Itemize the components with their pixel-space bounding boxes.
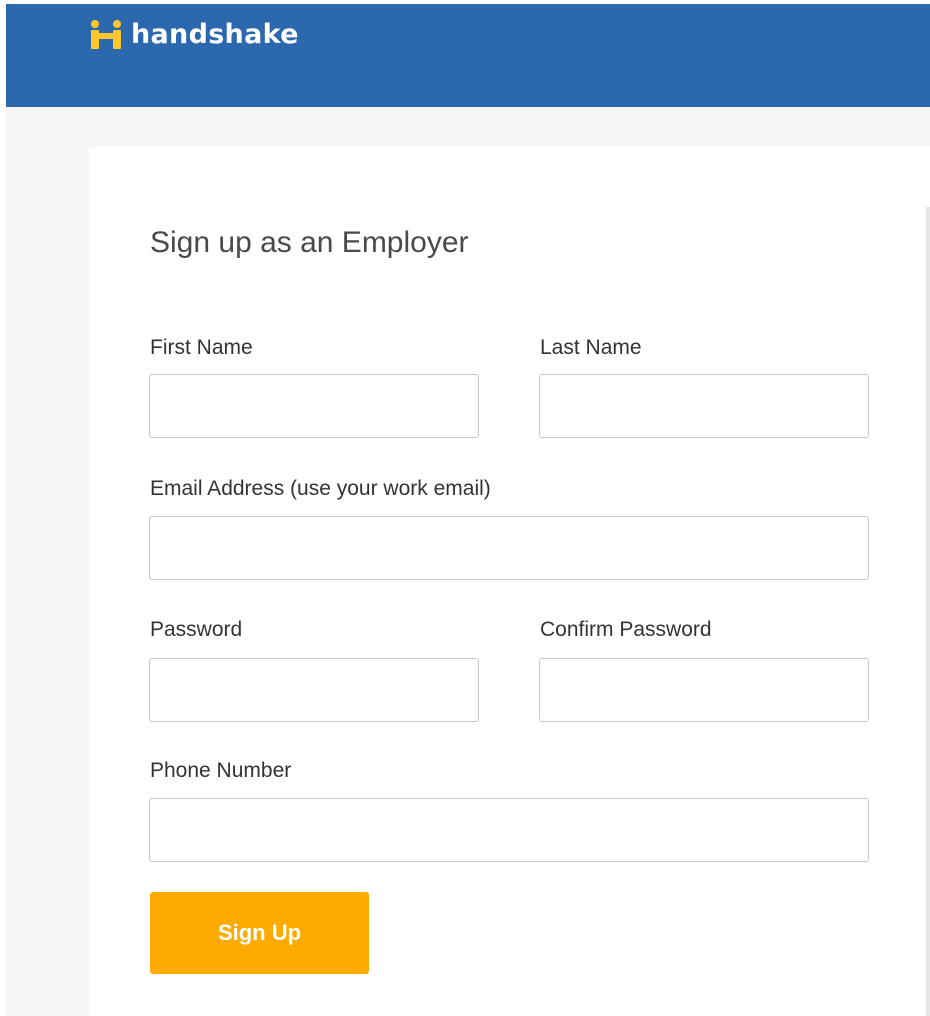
signup-card	[89, 147, 930, 1016]
page: handshake Sign up as an Employer First N…	[0, 0, 930, 1016]
password-label: Password	[150, 618, 243, 641]
email-label: Email Address (use your work email)	[150, 477, 491, 500]
last-name-label: Last Name	[540, 336, 642, 359]
phone-number-field[interactable]	[149, 798, 869, 862]
first-name-label: First Name	[150, 336, 253, 359]
handshake-logo[interactable]: handshake	[89, 14, 299, 54]
email-field[interactable]	[149, 516, 869, 580]
confirm-password-field[interactable]	[539, 658, 869, 722]
confirm-password-label: Confirm Password	[540, 618, 712, 641]
phone-number-label: Phone Number	[150, 759, 292, 782]
sign-up-button[interactable]: Sign Up	[150, 892, 369, 974]
handshake-logo-icon	[91, 20, 121, 49]
password-field[interactable]	[149, 658, 479, 722]
first-name-field[interactable]	[149, 374, 479, 438]
card-edge-divider	[926, 207, 930, 1016]
logo-text: handshake	[131, 18, 299, 50]
page-title: Sign up as an Employer	[150, 226, 469, 259]
top-navigation-bar: handshake	[6, 4, 930, 107]
last-name-field[interactable]	[539, 374, 869, 438]
